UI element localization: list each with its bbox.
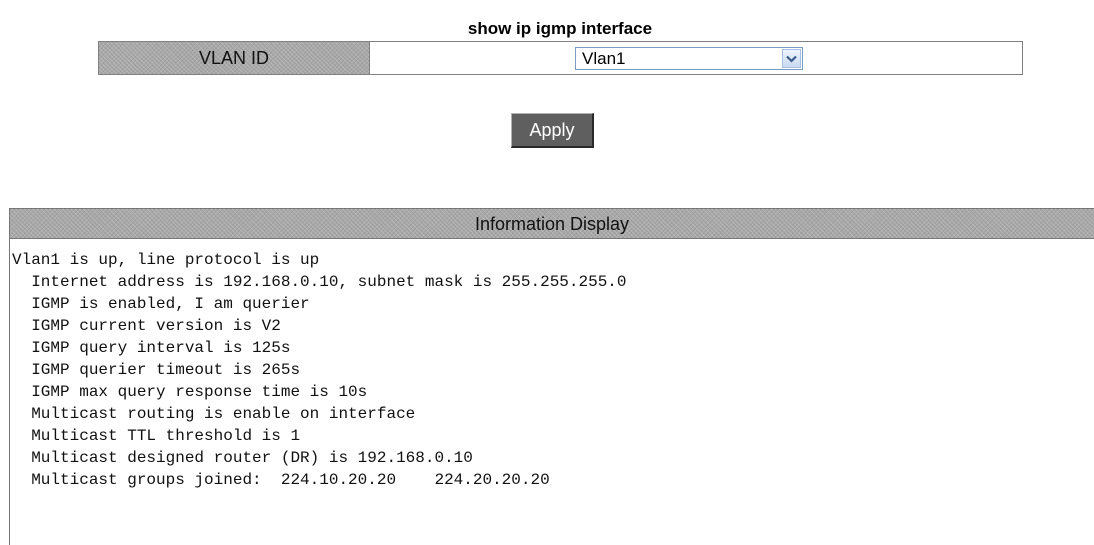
output-line: Internet address is 192.168.0.10, subnet… [12,273,627,291]
information-display-panel: Information Display Vlan1 is up, line pr… [9,208,1094,545]
information-display-header: Information Display [10,209,1094,239]
apply-button[interactable]: Apply [511,113,594,148]
vlan-label: VLAN ID [99,42,370,74]
output-line: IGMP query interval is 125s [12,339,291,357]
vlan-row: VLAN ID Vlan1 [98,41,1023,75]
output-line: Multicast TTL threshold is 1 [12,427,301,445]
vlan-select-value: Vlan1 [582,49,626,68]
output-line: Multicast routing is enable on interface [12,405,416,423]
page: show ip igmp interface VLAN ID Vlan1 App… [0,0,1094,545]
output-line: IGMP current version is V2 [12,317,281,335]
output-line: IGMP max query response time is 10s [12,383,368,401]
form-title: show ip igmp interface [467,19,653,38]
information-display-output: Vlan1 is up, line protocol is up Interne… [10,239,1094,491]
output-line: Multicast groups joined: 224.10.20.20 22… [12,471,550,489]
output-line: Multicast designed router (DR) is 192.16… [12,449,473,467]
chevron-down-icon[interactable] [782,49,801,68]
output-line: IGMP querier timeout is 265s [12,361,301,379]
output-line: Vlan1 is up, line protocol is up [12,251,320,269]
vlan-value-cell: Vlan1 [370,42,1022,74]
vlan-select[interactable]: Vlan1 [575,47,803,70]
output-line: IGMP is enabled, I am querier [12,295,310,313]
